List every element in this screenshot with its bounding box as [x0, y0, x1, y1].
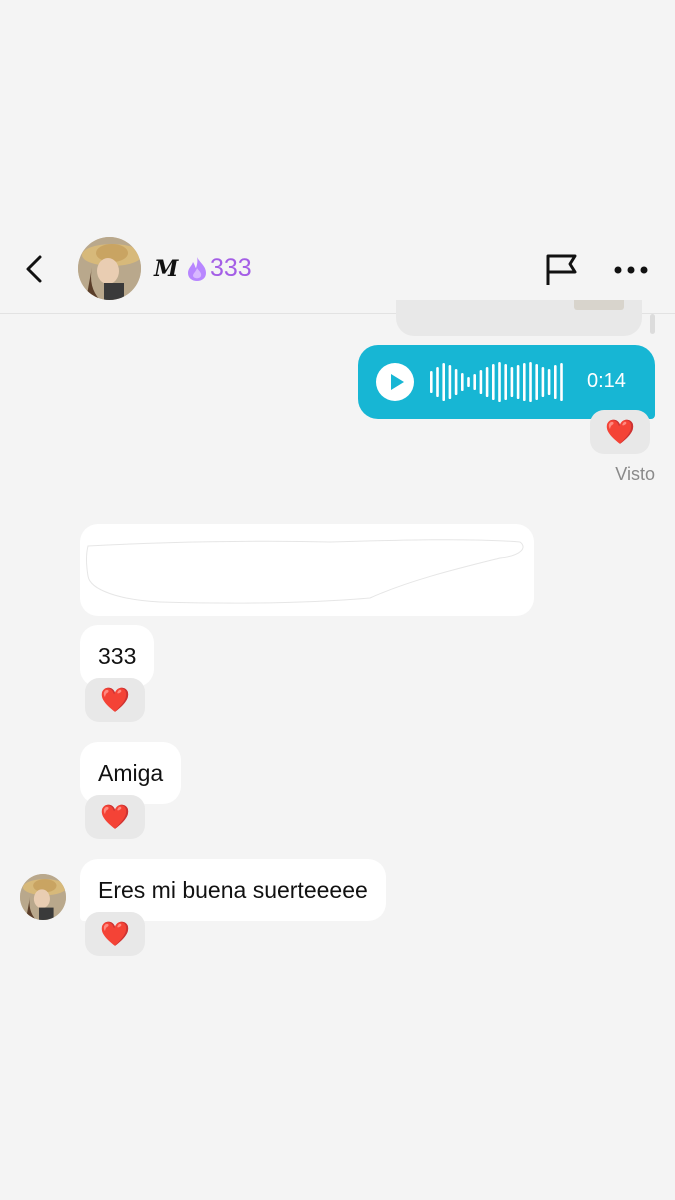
waveform-bar	[560, 363, 563, 401]
streak-count: 333	[210, 254, 252, 282]
redacted-message	[80, 524, 534, 616]
waveform-bar	[498, 362, 501, 402]
redaction-scribble	[86, 539, 524, 604]
voice-duration: 0:14	[587, 370, 626, 392]
scroll-indicator	[650, 314, 655, 334]
seen-label: Visto	[615, 464, 655, 484]
message-text: Amiga	[98, 759, 164, 786]
heart-icon: ❤️	[605, 418, 635, 446]
waveform-bar	[529, 362, 532, 402]
sender-avatar[interactable]	[20, 874, 66, 920]
flag-icon	[546, 254, 577, 285]
avatar-image	[20, 874, 66, 920]
waveform-bar	[467, 377, 470, 387]
heart-icon: ❤️	[100, 686, 130, 714]
reaction-heart[interactable]: ❤️	[85, 912, 145, 956]
more-horizontal-icon	[614, 266, 648, 274]
waveform-bar	[541, 367, 545, 397]
waveform-bar	[461, 373, 464, 391]
waveform-bar	[510, 367, 514, 397]
waveform-bar	[430, 371, 433, 393]
status-area	[0, 0, 675, 222]
previous-message-bubble[interactable]	[396, 300, 642, 336]
chevron-left-icon	[26, 255, 42, 283]
voice-message-bubble[interactable]: 0:14	[358, 345, 655, 419]
message-list[interactable]: 0:14 ❤️ Visto 333 ❤️ Amiga ❤️ Eres mi bu…	[0, 300, 675, 1200]
reaction-heart[interactable]: ❤️	[85, 678, 145, 722]
report-button[interactable]	[543, 252, 579, 288]
waveform-bar	[442, 363, 445, 401]
waveform-bar	[504, 364, 507, 400]
waveform-bar	[523, 363, 526, 401]
heart-icon: ❤️	[100, 920, 130, 948]
more-options-button[interactable]	[612, 252, 652, 288]
waveform-bar	[547, 369, 551, 395]
waveform-bar	[492, 364, 495, 400]
heart-icon: ❤️	[100, 803, 130, 831]
play-icon	[391, 374, 404, 390]
waveform-bar	[473, 374, 476, 390]
waveform-bar	[479, 370, 483, 394]
waveform-bar	[436, 367, 439, 397]
waveform-bar	[454, 369, 458, 395]
waveform-bar	[448, 365, 452, 399]
avatar-image	[78, 237, 141, 300]
streak-badge: 333	[186, 254, 252, 283]
flame-icon	[188, 256, 206, 281]
waveform-bar	[485, 367, 489, 397]
message-text: Eres mi buena suerteeeee	[98, 876, 368, 903]
play-button[interactable]	[376, 363, 414, 401]
previous-message-thumbnail	[574, 300, 624, 310]
reaction-heart[interactable]: ❤️	[590, 410, 650, 454]
waveform	[430, 362, 563, 402]
waveform-bar	[535, 364, 538, 400]
waveform-bar	[516, 365, 520, 399]
contact-avatar[interactable]	[78, 237, 141, 300]
contact-name[interactable]: M	[154, 256, 178, 282]
back-button[interactable]	[18, 252, 52, 286]
reaction-heart[interactable]: ❤️	[85, 795, 145, 839]
waveform-bar	[554, 365, 557, 399]
message-text: 333	[98, 642, 137, 669]
